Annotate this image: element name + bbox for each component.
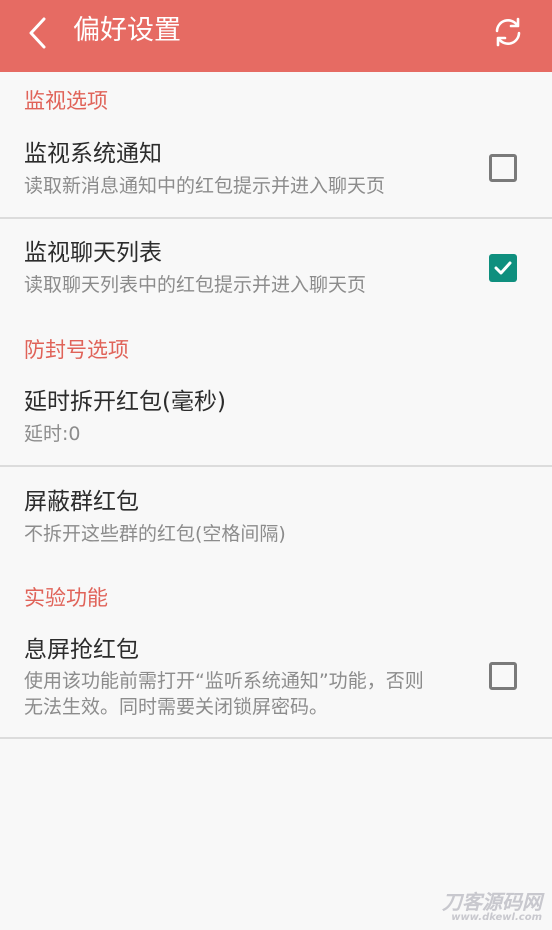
section-header-experimental: 实验功能 — [24, 586, 108, 610]
chevron-left-icon — [29, 17, 46, 49]
divider — [0, 217, 552, 219]
pref-summary: 延时:0 — [24, 423, 81, 445]
pref-title: 屏蔽群红包 — [24, 489, 139, 515]
refresh-button[interactable] — [488, 12, 528, 52]
checkmark-icon — [494, 261, 512, 275]
pref-summary: 不拆开这些群的红包(空格间隔) — [24, 523, 286, 545]
screen-off-grab-checkbox[interactable] — [489, 662, 517, 690]
back-button[interactable] — [18, 13, 58, 53]
section-header-anti-ban: 防封号选项 — [24, 338, 129, 362]
pref-summary-line-2: 无法生效。同时需要关闭锁屏密码。 — [24, 696, 329, 718]
watermark-text: 刀客源码网 — [442, 890, 542, 914]
app-bar: 偏好设置 — [0, 0, 552, 72]
divider — [0, 737, 552, 739]
pref-summary: 读取聊天列表中的红包提示并进入聊天页 — [24, 274, 367, 296]
divider — [0, 465, 552, 467]
pref-monitor-chat-list[interactable]: 监视聊天列表 读取聊天列表中的红包提示并进入聊天页 — [0, 230, 552, 306]
pref-screen-off-grab[interactable]: 息屏抢红包 使用该功能前需打开“监听系统通知”功能，否则 无法生效。同时需要关闭… — [0, 627, 552, 737]
refresh-icon — [495, 17, 521, 47]
pref-summary: 读取新消息通知中的红包提示并进入聊天页 — [24, 175, 386, 197]
watermark-url: www.dkewl.com — [451, 912, 542, 923]
page-title: 偏好设置 — [73, 15, 181, 46]
pref-title: 息屏抢红包 — [24, 637, 139, 663]
pref-monitor-notification[interactable]: 监视系统通知 读取新消息通知中的红包提示并进入聊天页 — [0, 131, 552, 217]
pref-title: 延时拆开红包(毫秒) — [24, 389, 226, 415]
monitor-chat-list-checkbox[interactable] — [489, 254, 517, 282]
section-header-monitor: 监视选项 — [24, 89, 108, 113]
pref-block-group[interactable]: 屏蔽群红包 不拆开这些群的红包(空格间隔) — [0, 479, 552, 555]
monitor-notification-checkbox[interactable] — [489, 154, 517, 182]
watermark: 刀客源码网 www.dkewl.com — [442, 892, 542, 924]
pref-title: 监视聊天列表 — [24, 240, 162, 266]
pref-summary-line-1: 使用该功能前需打开“监听系统通知”功能，否则 — [24, 670, 424, 692]
pref-delay-open[interactable]: 延时拆开红包(毫秒) 延时:0 — [0, 379, 552, 465]
pref-title: 监视系统通知 — [24, 141, 162, 167]
